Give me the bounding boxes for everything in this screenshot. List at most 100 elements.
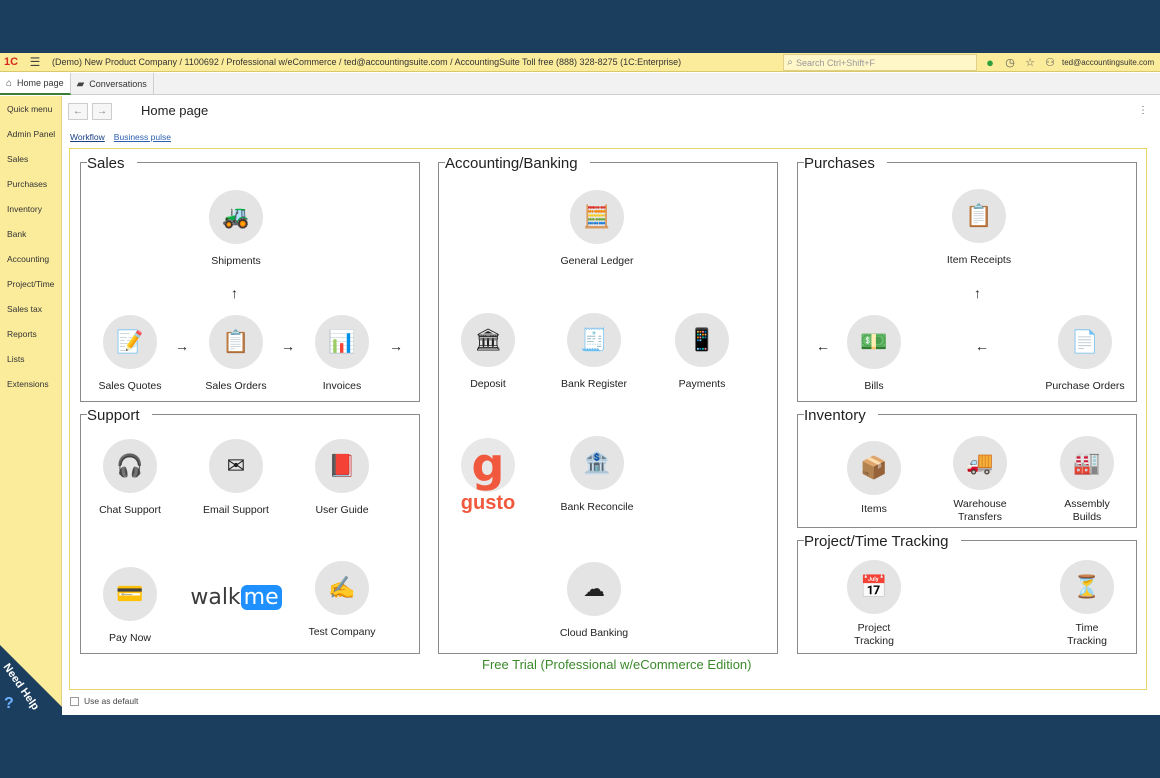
envelope-icon: ✉ [209, 439, 263, 493]
sidebar-item-sales[interactable]: Sales [0, 146, 61, 171]
chat-icon: ▰ [76, 78, 85, 90]
pay-now-tile[interactable]: 💳 Pay Now [75, 567, 185, 645]
warehouse-transfers-tile[interactable]: 🚚 Warehouse Transfers [925, 436, 1035, 524]
email-support-tile[interactable]: ✉ Email Support [181, 439, 291, 517]
invoices-label: Invoices [322, 380, 362, 392]
bank-register-tile[interactable]: 🧾 Bank Register [539, 313, 649, 391]
sidebar-item-inventory[interactable]: Inventory [0, 196, 61, 221]
time-tracking-label: Time Tracking [1067, 622, 1107, 647]
forward-button[interactable]: → [92, 103, 112, 120]
time-tracking-tile[interactable]: ⏳ Time Tracking [1032, 560, 1142, 648]
arrow-right-icon: → [389, 338, 403, 354]
project-tracking-tile[interactable]: 📅 Project Tracking [819, 560, 929, 648]
payments-tile[interactable]: 📱 Payments [647, 313, 757, 391]
credit-card-icon: 💳 [103, 567, 157, 621]
sidebar-item-quick-menu[interactable]: Quick menu [0, 96, 61, 121]
sales-orders-tile[interactable]: 📋 Sales Orders [181, 315, 291, 393]
shipments-tile[interactable]: 🚜 Shipments [181, 190, 291, 268]
play-icon[interactable]: ● [980, 55, 1000, 70]
workflow-link[interactable]: Workflow [70, 132, 105, 142]
chat-support-label: Chat Support [99, 504, 161, 516]
main-menu-icon[interactable]: ☰ [28, 55, 42, 69]
warehouse-transfers-label: Warehouse Transfers [953, 498, 1007, 523]
gusto-tile[interactable]: g gusto [433, 438, 543, 515]
arrow-up-icon: ↑ [231, 285, 238, 301]
cloud-bank-icon: ☁ [567, 562, 621, 616]
email-support-label: Email Support [203, 504, 269, 516]
assembly-builds-tile[interactable]: 🏭 Assembly Builds [1032, 436, 1142, 524]
sales-panel-title: Sales [87, 154, 137, 174]
purchase-orders-label: Purchase Orders [1045, 380, 1125, 392]
sidebar-item-accounting[interactable]: Accounting [0, 246, 61, 271]
free-trial-banner[interactable]: Free Trial (Professional w/eCommerce Edi… [482, 657, 751, 672]
purchases-panel-title: Purchases [804, 154, 887, 174]
item-receipts-tile[interactable]: 📋 Item Receipts [924, 189, 1034, 267]
pen-paper-icon: ✍ [315, 561, 369, 615]
tab-bar: ⌂ Home page ▰ Conversations [0, 73, 1160, 95]
item-receipts-label: Item Receipts [946, 254, 1012, 266]
warehouse-items-icon: 📦 [847, 441, 901, 495]
test-company-label: Test Company [308, 626, 376, 638]
favorites-star-icon[interactable]: ☆ [1020, 56, 1040, 69]
deposit-tile[interactable]: 🏛 Deposit [433, 313, 543, 391]
walkme-logo: walk me [190, 585, 282, 610]
sidebar-item-sales-tax[interactable]: Sales tax [0, 296, 61, 321]
general-ledger-label: General Ledger [560, 255, 634, 267]
bills-tile[interactable]: 💵 Bills [819, 315, 929, 393]
gusto-logo-icon: g [461, 438, 515, 492]
user-email[interactable]: ted@accountingsuite.com [1062, 58, 1154, 67]
sidebar-item-bank[interactable]: Bank [0, 221, 61, 246]
tab-label: Home page [17, 78, 64, 88]
sidebar-item-lists[interactable]: Lists [0, 346, 61, 371]
use-as-default-row[interactable]: Use as default [70, 696, 138, 706]
clipboard-icon: 📋 [952, 189, 1006, 243]
check-icon: 🧾 [567, 313, 621, 367]
deposit-label: Deposit [470, 378, 506, 390]
toolbar-right: ● ◷ ☆ ⚇ ted@accountingsuite.com ⋮ [980, 53, 1160, 72]
bank-reconcile-tile[interactable]: 🏦 Bank Reconcile [542, 436, 652, 514]
app-logo: 1C [4, 56, 19, 68]
window-menu-icon[interactable]: ⋮ [1154, 56, 1160, 69]
sidebar-item-project-time[interactable]: Project/Time [0, 271, 61, 296]
order-document-icon: 📋 [209, 315, 263, 369]
tab-conversations[interactable]: ▰ Conversations [71, 73, 154, 95]
back-button[interactable]: ← [68, 103, 88, 120]
sub-navigation: Workflow Business pulse [70, 132, 180, 142]
sidebar: Quick menu Admin Panel Sales Purchases I… [0, 96, 70, 715]
history-icon[interactable]: ◷ [1000, 56, 1020, 69]
purchase-orders-tile[interactable]: 📄 Purchase Orders [1030, 315, 1140, 393]
cloud-banking-tile[interactable]: ☁ Cloud Banking [539, 562, 649, 640]
items-tile[interactable]: 📦 Items [819, 441, 929, 516]
sales-quotes-tile[interactable]: 📝 Sales Quotes [75, 315, 185, 393]
sidebar-item-reports[interactable]: Reports [0, 321, 61, 346]
user-icon[interactable]: ⚇ [1040, 56, 1060, 69]
sidebar-item-admin-panel[interactable]: Admin Panel [0, 121, 61, 146]
invoices-tile[interactable]: 📊 Invoices [287, 315, 397, 393]
walkme-tile[interactable]: walk me [181, 585, 291, 610]
use-as-default-checkbox[interactable] [70, 696, 79, 706]
bills-icon: 💵 [847, 315, 901, 369]
test-company-tile[interactable]: ✍ Test Company [287, 561, 397, 639]
bank-reconcile-label: Bank Reconcile [560, 501, 634, 513]
title-bar: 1C ☰ (Demo) New Product Company / 110069… [0, 53, 1160, 72]
project-time-panel-title: Project/Time Tracking [804, 532, 961, 552]
general-ledger-tile[interactable]: 🧮 General Ledger [542, 190, 652, 268]
search-input[interactable]: ⌕ Search Ctrl+Shift+F [783, 54, 977, 71]
sidebar-item-extensions[interactable]: Extensions [0, 371, 61, 396]
help-question-icon[interactable]: ? [4, 695, 14, 713]
quote-document-icon: 📝 [103, 315, 157, 369]
project-tracking-label: Project Tracking [854, 622, 894, 647]
cloud-banking-label: Cloud Banking [559, 627, 629, 639]
more-options-icon[interactable]: ⋮ [1138, 105, 1148, 116]
business-pulse-link[interactable]: Business pulse [114, 132, 171, 142]
assembly-icon: 🏭 [1060, 436, 1114, 490]
workflow-board: Sales 🚜 Shipments ↑ 📝 Sales Quotes → 📋 S… [69, 148, 1147, 690]
sidebar-item-purchases[interactable]: Purchases [0, 171, 61, 196]
user-guide-tile[interactable]: 📕 User Guide [287, 439, 397, 517]
bills-label: Bills [864, 380, 884, 392]
chat-support-tile[interactable]: 🎧 Chat Support [75, 439, 185, 517]
pay-now-label: Pay Now [108, 632, 151, 644]
bank-deposit-icon: 🏛 [461, 313, 515, 367]
tab-home-page[interactable]: ⌂ Home page [0, 73, 71, 95]
sales-panel: Sales 🚜 Shipments ↑ 📝 Sales Quotes → 📋 S… [80, 154, 420, 402]
